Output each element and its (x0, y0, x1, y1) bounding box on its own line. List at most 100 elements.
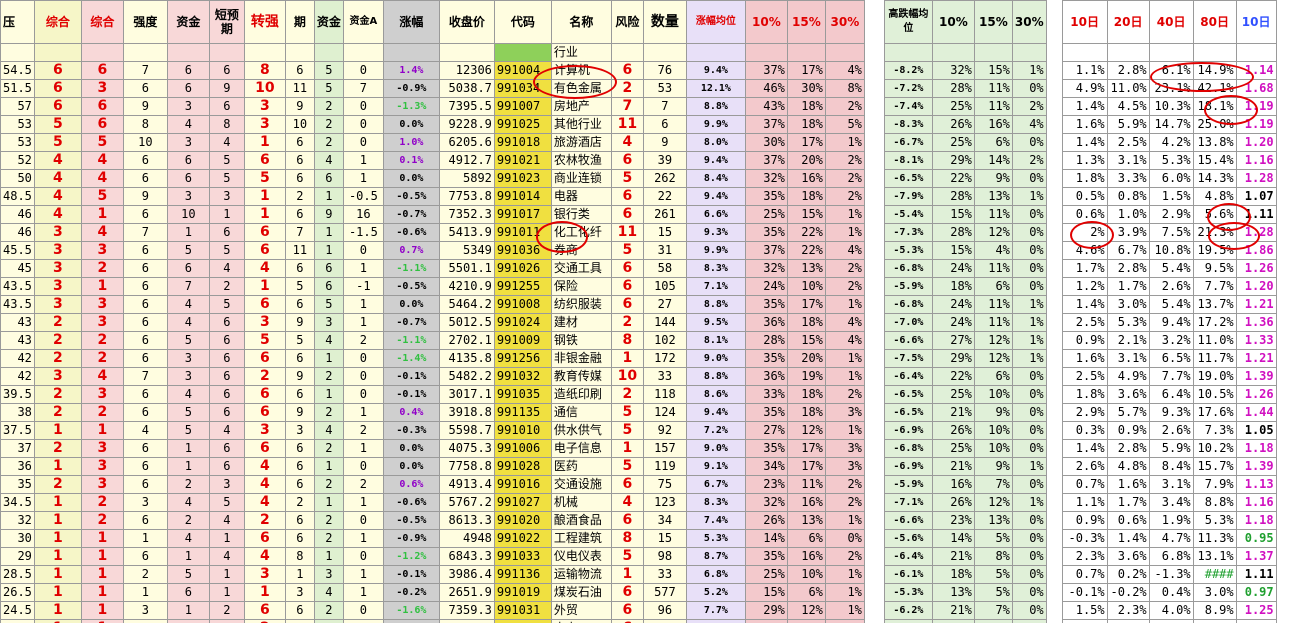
cell-turn-strong[interactable]: 2 (243, 511, 286, 530)
cell-funds-a[interactable]: -0.5 (342, 187, 384, 206)
cell-funds-a[interactable]: 1 (342, 169, 384, 188)
cell-r10[interactable]: 37% (744, 115, 788, 134)
cell-d80[interactable]: 7.9% (1192, 475, 1237, 494)
cell-close[interactable]: 5012.5 (438, 313, 495, 332)
cell-d10b[interactable]: 1.05 (1235, 421, 1277, 440)
cell-f15[interactable]: 7% (973, 475, 1013, 494)
cell-change[interactable]: 1.4% (382, 61, 440, 80)
cell-funds-2[interactable]: 6 (313, 169, 344, 188)
cell-strength[interactable]: 6 (122, 349, 168, 368)
cell-period[interactable]: 6 (284, 385, 315, 404)
cell-code[interactable]: 991136 (493, 565, 552, 584)
cell-d10[interactable]: 2.5% (1061, 313, 1108, 332)
cell-r15[interactable]: 17% (786, 295, 826, 314)
cell-turn-strong[interactable]: 2 (243, 619, 286, 623)
cell-f10[interactable]: 18% (931, 277, 975, 296)
cell-code[interactable]: 991018 (493, 133, 552, 152)
cell-short-expect[interactable]: 6 (208, 61, 245, 80)
cell-r30[interactable]: 3% (824, 403, 865, 422)
cell-composite-1[interactable]: 2 (33, 385, 82, 404)
cell-f10[interactable]: 26% (931, 493, 975, 512)
cell-f15[interactable]: 11% (973, 295, 1013, 314)
cell-name[interactable]: 医药 (550, 457, 612, 476)
cell-rise-avg[interactable]: 6.7% (685, 475, 746, 494)
cell-change[interactable]: -0.5% (382, 277, 440, 296)
cell-short-expect[interactable]: 9 (208, 79, 245, 98)
col-header-23[interactable]: 30% (1011, 0, 1047, 44)
cell-rise-avg[interactable]: 9.9% (685, 115, 746, 134)
cell-composite-2[interactable]: 2 (80, 403, 124, 422)
cell-r15[interactable]: 18% (786, 97, 826, 116)
cell-count[interactable]: 92 (642, 421, 687, 440)
cell-short-expect[interactable]: 6 (208, 349, 245, 368)
cell-d10b[interactable]: 1.36 (1235, 313, 1277, 332)
cell-change[interactable]: 0.0% (382, 439, 440, 458)
cell-name[interactable]: 外贸 (550, 601, 612, 620)
cell-turn-strong[interactable]: 6 (243, 241, 286, 260)
cell-funds-a[interactable]: 1 (342, 151, 384, 170)
cell-funds[interactable]: 5 (166, 403, 210, 422)
cell-f30[interactable]: 0% (1011, 547, 1047, 566)
cell-d40[interactable]: 9.4% (1148, 313, 1194, 332)
cell-risk[interactable]: 6 (610, 259, 644, 278)
cell-period[interactable]: 10 (284, 115, 315, 134)
cell-d20[interactable]: 2.8% (1106, 439, 1150, 458)
cell-score-base[interactable]: 28.5 (0, 565, 35, 584)
cell-r15[interactable]: 22% (786, 241, 826, 260)
cell-funds-a[interactable]: 0 (342, 61, 384, 80)
cell-close[interactable]: 3918.8 (438, 403, 495, 422)
cell-d20[interactable]: 3.1% (1106, 151, 1150, 170)
cell-r30[interactable]: 1% (824, 511, 865, 530)
cell-rise-avg[interactable]: 8.6% (685, 385, 746, 404)
cell-count[interactable]: 123 (642, 493, 687, 512)
cell-risk[interactable]: 6 (610, 277, 644, 296)
cell-r30[interactable]: 0% (824, 529, 865, 548)
cell-risk[interactable]: 5 (610, 421, 644, 440)
cell-d80[interactable]: #### (1192, 565, 1237, 584)
cell-d40[interactable]: 3.4% (1148, 493, 1194, 512)
cell-f10[interactable]: 24% (931, 259, 975, 278)
cell-d10[interactable]: 0.3% (1061, 421, 1108, 440)
cell-d10b[interactable]: 1.20 (1235, 133, 1277, 152)
cell-f15[interactable]: 12% (973, 349, 1013, 368)
col-header-15[interactable]: 数量 (642, 0, 687, 44)
cell-d20[interactable]: 1.7% (1106, 277, 1150, 296)
cell-composite-1[interactable]: 1 (33, 583, 82, 602)
cell-turn-strong[interactable]: 6 (243, 601, 286, 620)
cell-f15[interactable]: 9% (973, 169, 1013, 188)
cell-d40[interactable]: 8.4% (1148, 457, 1194, 476)
cell-change[interactable]: -0.1% (382, 385, 440, 404)
cell-r30[interactable]: 4% (824, 241, 865, 260)
cell-short-expect[interactable]: 4 (208, 133, 245, 152)
cell-d80[interactable]: 17.6% (1192, 403, 1237, 422)
cell-short-expect[interactable]: 6 (208, 403, 245, 422)
cell-f10[interactable]: 14% (931, 529, 975, 548)
cell-close[interactable]: 2651.9 (438, 583, 495, 602)
cell-funds[interactable]: 4 (166, 493, 210, 512)
cell-risk[interactable]: 5 (610, 169, 644, 188)
cell-close[interactable]: 5464.2 (438, 295, 495, 314)
cell-close[interactable]: 7359.3 (438, 601, 495, 620)
cell-r10[interactable]: 36% (744, 313, 788, 332)
cell-turn-strong[interactable]: 3 (243, 421, 286, 440)
cell-composite-1[interactable]: 4 (33, 205, 82, 224)
cell-rise-avg[interactable]: 9.4% (685, 61, 746, 80)
cell-funds-a[interactable]: 1 (342, 295, 384, 314)
cell-turn-strong[interactable]: 3 (243, 97, 286, 116)
cell-composite-1[interactable]: 2 (33, 349, 82, 368)
cell-r30[interactable]: 2% (824, 475, 865, 494)
cell-r15[interactable]: 19% (786, 367, 826, 386)
cell-name[interactable]: 通信 (550, 403, 612, 422)
cell-close[interactable]: 7758.8 (438, 457, 495, 476)
cell-funds-a[interactable]: 1 (342, 565, 384, 584)
cell-d10[interactable]: 1.8% (1061, 169, 1108, 188)
col-header-17[interactable]: 10% (744, 0, 788, 44)
cell-funds[interactable]: 1 (166, 601, 210, 620)
cell-composite-1[interactable]: 6 (33, 79, 82, 98)
cell-funds-a[interactable]: 0 (342, 133, 384, 152)
cell-composite-1[interactable]: 4 (33, 151, 82, 170)
cell-r30[interactable]: 1% (824, 205, 865, 224)
cell-code[interactable]: 991026 (493, 259, 552, 278)
cell-change[interactable]: 0.0% (382, 169, 440, 188)
cell-fall-avg[interactable]: -6.1% (883, 565, 933, 584)
